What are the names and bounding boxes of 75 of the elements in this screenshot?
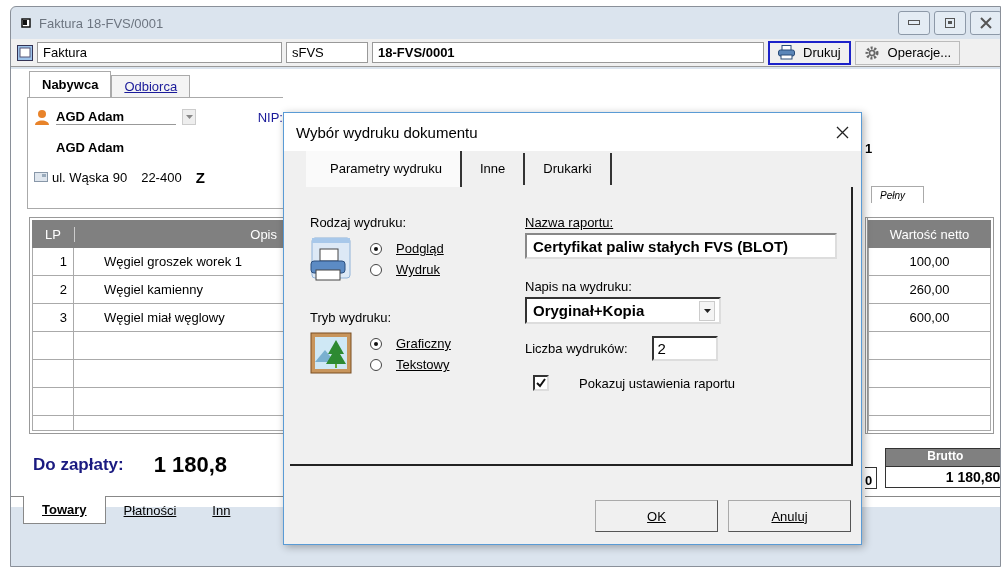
bottom-tab[interactable]: Towary [23, 496, 106, 524]
operations-button[interactable]: Operacje... [854, 40, 961, 65]
radio-button[interactable] [370, 337, 382, 350]
minimize-icon [908, 20, 920, 26]
checkbox[interactable] [533, 375, 549, 391]
window-icon [21, 18, 31, 28]
table-cell: 2 [32, 276, 74, 303]
customer-full-name: AGD Adam [56, 139, 125, 155]
caret-icon [703, 308, 711, 313]
caption-label: Napis na wydruku: [525, 279, 633, 294]
number-field[interactable]: 18-FVS/0001 [372, 42, 764, 63]
document-type-field[interactable]: Faktura [37, 42, 282, 63]
column-header: Wartość netto [888, 226, 971, 242]
minimize-button[interactable] [898, 11, 930, 35]
amount-due-value: 1 180,8 [153, 452, 228, 478]
party-tab[interactable]: Nabywca [29, 71, 112, 97]
gross-value: 1 180,80 [886, 466, 1000, 487]
party-tab[interactable]: Odbiorca [111, 75, 191, 97]
radio-label[interactable]: Graficzny [396, 336, 451, 351]
radio-button[interactable] [370, 242, 382, 255]
table-cell-text: Węgiel groszek worek 1 [103, 253, 243, 271]
table-cell: 100,00 [868, 248, 991, 275]
dialog-tab[interactable]: Drukarki [525, 153, 612, 185]
print-mode-label: Tryb wydruku: [310, 310, 393, 325]
landscape-picture-icon [310, 332, 352, 374]
print-button[interactable]: Drukuj [768, 40, 851, 65]
report-name-label: Nazwa raportu: [525, 215, 615, 230]
close-button[interactable] [970, 11, 1000, 35]
gross-label: Brutto [886, 449, 1000, 466]
series-field[interactable]: sFVS [286, 42, 368, 63]
maximize-icon [945, 18, 955, 28]
person-icon [34, 109, 50, 125]
radio-label[interactable]: Podgląd [396, 241, 444, 256]
dialog-button[interactable]: OK [595, 500, 718, 532]
window-title: Faktura 18-FVS/0001 [39, 15, 164, 31]
print-type-label: Rodzaj wydruku: [310, 215, 408, 230]
view-tab[interactable]: Pełny [871, 186, 924, 203]
nip-label: NIP: [257, 109, 283, 125]
settings-icon [863, 44, 880, 61]
postal-code: 22-400 [141, 169, 182, 185]
table-cell: 260,00 [868, 276, 991, 303]
radio-button[interactable] [370, 263, 382, 276]
table-cell-text: Węgiel miał węglowy [103, 309, 226, 327]
radio-button[interactable] [370, 358, 382, 371]
city-text: Z [195, 168, 205, 186]
table-cell: 1 [32, 248, 74, 275]
close-icon [980, 17, 992, 29]
total-value: 0 [865, 467, 878, 489]
maximize-button[interactable] [934, 11, 966, 35]
radio-label[interactable]: Tekstowy [396, 357, 450, 372]
copies-field[interactable]: 2 [651, 336, 718, 361]
dialog-tab[interactable]: Inne [462, 153, 526, 185]
table-cell-text: Węgiel kamienny [103, 281, 204, 299]
amount-due-label: Do zapłaty: [33, 455, 124, 475]
bottom-tab[interactable]: Inn [194, 497, 249, 524]
radio-label[interactable]: Wydruk [396, 262, 440, 277]
close-icon[interactable] [836, 125, 849, 139]
dialog-button[interactable]: Anuluj [728, 500, 851, 532]
table-cell: 600,00 [868, 304, 991, 331]
street-text: ul. Wąska 90 [52, 169, 128, 185]
printer-icon [310, 237, 352, 282]
column-header: LP [44, 226, 62, 242]
address-card-icon [34, 172, 48, 182]
dialog-tab[interactable]: Parametry wydruku [306, 151, 462, 187]
report-name-field[interactable]: Certyfikat paliw stałych FVS (BLOT) [525, 233, 837, 259]
customer-info-text: 1 [865, 140, 873, 156]
checkbox-label[interactable]: Pokazuj ustawienia raportu [579, 375, 736, 391]
bottom-tab[interactable]: Płatności [105, 497, 195, 524]
document-icon [17, 44, 33, 61]
copies-label: Liczba wydruków: [525, 341, 628, 356]
dialog-title: Wybór wydruku dokumentu [296, 123, 478, 141]
customer-name: AGD Adam [56, 109, 176, 125]
table-cell: 3 [32, 304, 74, 331]
printer-icon [778, 45, 795, 60]
caption-dropdown[interactable]: Oryginał+Kopia [525, 297, 721, 324]
